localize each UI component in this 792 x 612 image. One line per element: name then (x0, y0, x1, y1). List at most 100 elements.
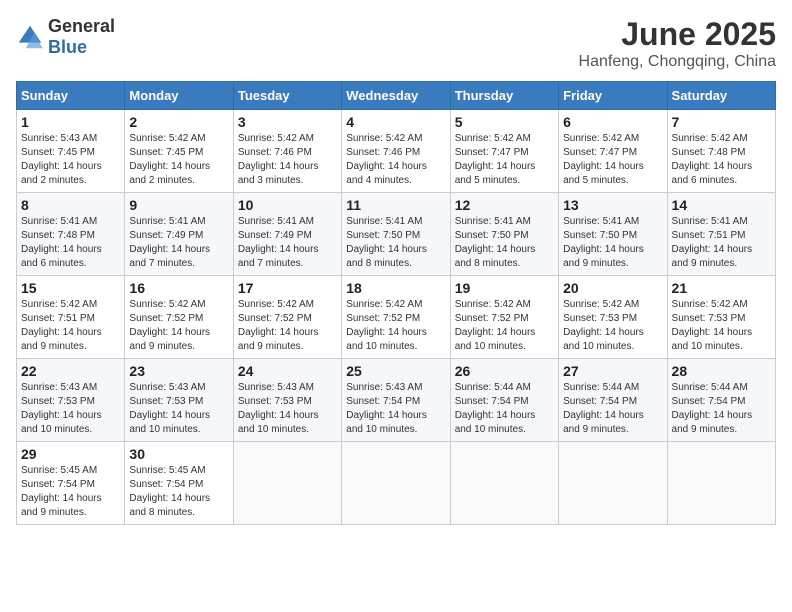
day-info: Sunrise: 5:44 AM Sunset: 7:54 PM Dayligh… (563, 381, 662, 437)
day-number: 20 (563, 280, 662, 296)
logo-icon (16, 23, 44, 51)
day-info: Sunrise: 5:42 AM Sunset: 7:51 PM Dayligh… (21, 298, 120, 354)
weekday-header-thursday: Thursday (450, 82, 558, 110)
logo-blue: Blue (48, 37, 87, 57)
calendar-row-5: 29 Sunrise: 5:45 AM Sunset: 7:54 PM Dayl… (17, 442, 776, 525)
day-info: Sunrise: 5:41 AM Sunset: 7:48 PM Dayligh… (21, 215, 120, 271)
calendar-row-3: 15 Sunrise: 5:42 AM Sunset: 7:51 PM Dayl… (17, 276, 776, 359)
day-number: 11 (346, 197, 445, 213)
day-info: Sunrise: 5:42 AM Sunset: 7:47 PM Dayligh… (563, 132, 662, 188)
calendar-cell: 5 Sunrise: 5:42 AM Sunset: 7:47 PM Dayli… (450, 110, 558, 193)
day-number: 18 (346, 280, 445, 296)
day-info: Sunrise: 5:43 AM Sunset: 7:53 PM Dayligh… (238, 381, 337, 437)
calendar-cell: 18 Sunrise: 5:42 AM Sunset: 7:52 PM Dayl… (342, 276, 450, 359)
day-info: Sunrise: 5:45 AM Sunset: 7:54 PM Dayligh… (129, 464, 228, 520)
calendar-cell: 16 Sunrise: 5:42 AM Sunset: 7:52 PM Dayl… (125, 276, 233, 359)
calendar-cell: 23 Sunrise: 5:43 AM Sunset: 7:53 PM Dayl… (125, 359, 233, 442)
title-area: June 2025 Hanfeng, Chongqing, China (579, 16, 776, 71)
calendar-cell: 19 Sunrise: 5:42 AM Sunset: 7:52 PM Dayl… (450, 276, 558, 359)
day-number: 10 (238, 197, 337, 213)
calendar-cell (342, 442, 450, 525)
calendar-cell: 7 Sunrise: 5:42 AM Sunset: 7:48 PM Dayli… (667, 110, 775, 193)
calendar-cell (667, 442, 775, 525)
day-info: Sunrise: 5:42 AM Sunset: 7:52 PM Dayligh… (346, 298, 445, 354)
calendar-cell: 21 Sunrise: 5:42 AM Sunset: 7:53 PM Dayl… (667, 276, 775, 359)
weekday-header-wednesday: Wednesday (342, 82, 450, 110)
calendar-cell: 17 Sunrise: 5:42 AM Sunset: 7:52 PM Dayl… (233, 276, 341, 359)
day-info: Sunrise: 5:42 AM Sunset: 7:45 PM Dayligh… (129, 132, 228, 188)
day-number: 6 (563, 114, 662, 130)
day-number: 15 (21, 280, 120, 296)
calendar-header-row: SundayMondayTuesdayWednesdayThursdayFrid… (17, 82, 776, 110)
day-number: 4 (346, 114, 445, 130)
day-number: 22 (21, 363, 120, 379)
day-number: 5 (455, 114, 554, 130)
calendar-cell (559, 442, 667, 525)
calendar-cell: 9 Sunrise: 5:41 AM Sunset: 7:49 PM Dayli… (125, 193, 233, 276)
day-info: Sunrise: 5:42 AM Sunset: 7:47 PM Dayligh… (455, 132, 554, 188)
day-number: 9 (129, 197, 228, 213)
day-info: Sunrise: 5:43 AM Sunset: 7:45 PM Dayligh… (21, 132, 120, 188)
calendar-table: SundayMondayTuesdayWednesdayThursdayFrid… (16, 81, 776, 525)
calendar-cell: 6 Sunrise: 5:42 AM Sunset: 7:47 PM Dayli… (559, 110, 667, 193)
calendar-cell: 27 Sunrise: 5:44 AM Sunset: 7:54 PM Dayl… (559, 359, 667, 442)
page-header: General Blue June 2025 Hanfeng, Chongqin… (16, 16, 776, 71)
day-info: Sunrise: 5:42 AM Sunset: 7:48 PM Dayligh… (672, 132, 771, 188)
weekday-header-sunday: Sunday (17, 82, 125, 110)
calendar-cell (450, 442, 558, 525)
day-info: Sunrise: 5:45 AM Sunset: 7:54 PM Dayligh… (21, 464, 120, 520)
day-info: Sunrise: 5:41 AM Sunset: 7:50 PM Dayligh… (563, 215, 662, 271)
day-number: 7 (672, 114, 771, 130)
day-info: Sunrise: 5:44 AM Sunset: 7:54 PM Dayligh… (672, 381, 771, 437)
logo: General Blue (16, 16, 115, 58)
calendar-cell (233, 442, 341, 525)
day-info: Sunrise: 5:42 AM Sunset: 7:52 PM Dayligh… (129, 298, 228, 354)
day-number: 24 (238, 363, 337, 379)
calendar-cell: 2 Sunrise: 5:42 AM Sunset: 7:45 PM Dayli… (125, 110, 233, 193)
day-number: 8 (21, 197, 120, 213)
calendar-cell: 3 Sunrise: 5:42 AM Sunset: 7:46 PM Dayli… (233, 110, 341, 193)
calendar-cell: 26 Sunrise: 5:44 AM Sunset: 7:54 PM Dayl… (450, 359, 558, 442)
logo-general: General (48, 16, 115, 36)
day-number: 14 (672, 197, 771, 213)
calendar-cell: 10 Sunrise: 5:41 AM Sunset: 7:49 PM Dayl… (233, 193, 341, 276)
calendar-cell: 24 Sunrise: 5:43 AM Sunset: 7:53 PM Dayl… (233, 359, 341, 442)
day-info: Sunrise: 5:42 AM Sunset: 7:53 PM Dayligh… (563, 298, 662, 354)
calendar-cell: 12 Sunrise: 5:41 AM Sunset: 7:50 PM Dayl… (450, 193, 558, 276)
location: Hanfeng, Chongqing, China (579, 53, 776, 71)
calendar-cell: 11 Sunrise: 5:41 AM Sunset: 7:50 PM Dayl… (342, 193, 450, 276)
day-number: 29 (21, 446, 120, 462)
day-info: Sunrise: 5:42 AM Sunset: 7:46 PM Dayligh… (346, 132, 445, 188)
calendar-cell: 28 Sunrise: 5:44 AM Sunset: 7:54 PM Dayl… (667, 359, 775, 442)
day-number: 1 (21, 114, 120, 130)
day-number: 26 (455, 363, 554, 379)
day-number: 17 (238, 280, 337, 296)
calendar-cell: 13 Sunrise: 5:41 AM Sunset: 7:50 PM Dayl… (559, 193, 667, 276)
day-info: Sunrise: 5:41 AM Sunset: 7:49 PM Dayligh… (238, 215, 337, 271)
day-number: 13 (563, 197, 662, 213)
day-number: 16 (129, 280, 228, 296)
calendar-cell: 25 Sunrise: 5:43 AM Sunset: 7:54 PM Dayl… (342, 359, 450, 442)
day-info: Sunrise: 5:41 AM Sunset: 7:49 PM Dayligh… (129, 215, 228, 271)
day-info: Sunrise: 5:41 AM Sunset: 7:50 PM Dayligh… (346, 215, 445, 271)
calendar-cell: 29 Sunrise: 5:45 AM Sunset: 7:54 PM Dayl… (17, 442, 125, 525)
day-info: Sunrise: 5:42 AM Sunset: 7:46 PM Dayligh… (238, 132, 337, 188)
day-number: 30 (129, 446, 228, 462)
day-info: Sunrise: 5:41 AM Sunset: 7:51 PM Dayligh… (672, 215, 771, 271)
day-number: 23 (129, 363, 228, 379)
day-info: Sunrise: 5:42 AM Sunset: 7:52 PM Dayligh… (455, 298, 554, 354)
weekday-header-tuesday: Tuesday (233, 82, 341, 110)
calendar-cell: 4 Sunrise: 5:42 AM Sunset: 7:46 PM Dayli… (342, 110, 450, 193)
day-info: Sunrise: 5:43 AM Sunset: 7:53 PM Dayligh… (21, 381, 120, 437)
weekday-header-monday: Monday (125, 82, 233, 110)
day-number: 27 (563, 363, 662, 379)
day-number: 3 (238, 114, 337, 130)
day-info: Sunrise: 5:42 AM Sunset: 7:52 PM Dayligh… (238, 298, 337, 354)
day-number: 28 (672, 363, 771, 379)
calendar-row-2: 8 Sunrise: 5:41 AM Sunset: 7:48 PM Dayli… (17, 193, 776, 276)
day-number: 25 (346, 363, 445, 379)
month-year: June 2025 (579, 16, 776, 53)
day-info: Sunrise: 5:44 AM Sunset: 7:54 PM Dayligh… (455, 381, 554, 437)
day-info: Sunrise: 5:43 AM Sunset: 7:54 PM Dayligh… (346, 381, 445, 437)
calendar-cell: 14 Sunrise: 5:41 AM Sunset: 7:51 PM Dayl… (667, 193, 775, 276)
